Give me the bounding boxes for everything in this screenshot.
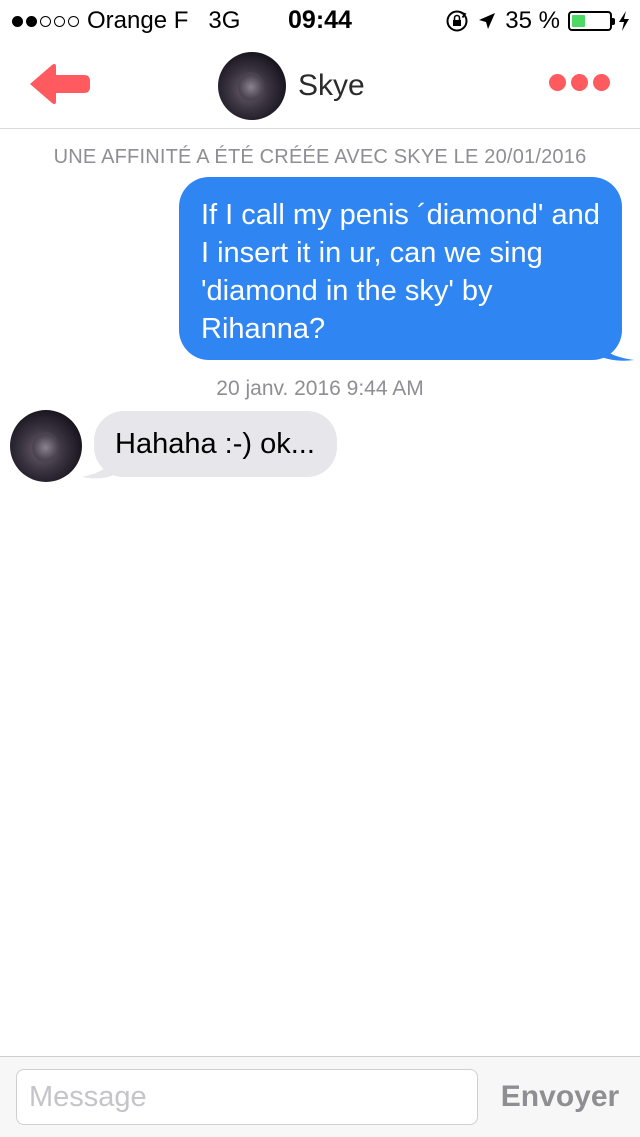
incoming-message[interactable]: Hahaha :-) ok... bbox=[94, 411, 337, 477]
message-input[interactable] bbox=[16, 1069, 478, 1125]
avatar[interactable] bbox=[10, 410, 82, 482]
location-arrow-icon bbox=[479, 13, 496, 29]
status-bar: Orange F 3G 09:44 35 % bbox=[0, 0, 640, 40]
rotation-lock-icon bbox=[446, 10, 468, 32]
more-dots-icon bbox=[549, 74, 566, 91]
contact-name: Skye bbox=[298, 69, 365, 102]
message-composer: Envoyer bbox=[0, 1056, 640, 1137]
battery-level bbox=[572, 15, 585, 27]
battery-percent: 35 % bbox=[505, 7, 560, 34]
send-button[interactable]: Envoyer bbox=[490, 1069, 630, 1125]
more-options-button[interactable] bbox=[549, 74, 610, 91]
match-info: UNE AFFINITÉ A ÉTÉ CRÉÉE AVEC SKYE LE 20… bbox=[53, 146, 587, 168]
message-timestamp: 20 janv. 2016 9:44 AM bbox=[216, 377, 424, 400]
back-arrow-icon bbox=[30, 63, 90, 105]
back-button[interactable] bbox=[28, 62, 92, 106]
battery-icon bbox=[568, 11, 615, 31]
contact-header[interactable]: Skye bbox=[218, 52, 365, 120]
avatar[interactable] bbox=[218, 52, 286, 120]
charging-bolt-icon bbox=[619, 11, 629, 31]
outgoing-message[interactable]: If I call my penis ´diamond' and I inser… bbox=[179, 177, 622, 360]
chat-header: Skye bbox=[0, 40, 640, 129]
